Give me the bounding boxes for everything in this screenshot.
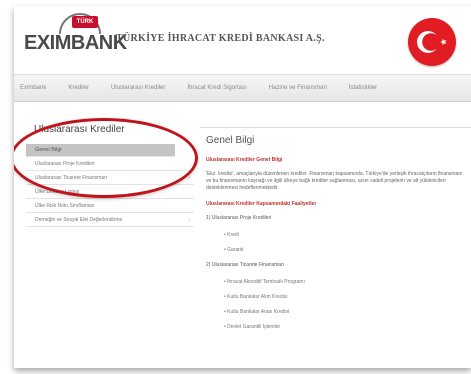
sidebar-item-label: Uluslararası Proje Kredileri: [35, 161, 95, 167]
sidebar-item-label: Derneğin ve Sosyal Etki Değerlendirme: [35, 217, 123, 223]
sidebar-item-label: Uluslararası Ticarete Finansman: [35, 175, 107, 181]
section-item: 2) Uluslararası Ticarete Finansman: [206, 262, 284, 268]
chevron-right-icon: ›: [188, 175, 190, 181]
list-item[interactable]: • Garanti: [224, 247, 471, 254]
nav-item-uluslararasi-krediler[interactable]: Uluslararası Krediler: [111, 85, 165, 91]
bank-name: TÜRKİYE İHRACAT KREDİ BANKASI A.Ş.: [116, 33, 325, 44]
nav-item-eximbank[interactable]: Eximbank: [20, 85, 46, 91]
nav-item-istatistikler[interactable]: İstatistikler: [349, 85, 377, 91]
sidebar-item-label: Ülke Limitleri Listesi: [35, 189, 80, 195]
section-heading: Uluslararası Krediler Kapsamındaki Faali…: [206, 201, 317, 207]
turkish-flag-icon: [408, 18, 456, 66]
list-item[interactable]: • İhracat Akreditif Teminatlı Programı: [224, 279, 471, 286]
sidebar: Uluslararası Krediler Genel Bilgi Ulusla…: [26, 124, 194, 228]
main-content: Genel Bilgi Uluslararası Krediler Genel …: [200, 127, 471, 368]
logo-tag: TÜRK: [72, 16, 98, 28]
browser-page: TÜRK EXIMBANK TÜRKİYE İHRACAT KREDİ BANK…: [14, 6, 471, 368]
list-item[interactable]: • Kredi: [224, 232, 471, 239]
nav-item-krediler[interactable]: Krediler: [68, 85, 89, 91]
sidebar-item-sosyal-etki[interactable]: Derneğin ve Sosyal Etki Değerlendirme ›: [26, 214, 194, 227]
section-item: 1) Uluslararası Proje Kredileri: [206, 215, 272, 221]
sidebar-item-ulke-limitleri[interactable]: Ülke Limitleri Listesi: [26, 186, 194, 199]
sidebar-item-ulke-risk-notu[interactable]: Ülke Risk Notu Sınıflaması: [26, 200, 194, 213]
sidebar-item-genel-bilgi[interactable]: Genel Bilgi: [26, 144, 175, 157]
list-item[interactable]: • Kutlu Bankalar Arası Kredisi: [224, 309, 471, 316]
logo-text: EXIMBANK: [24, 32, 127, 54]
site-header: TÜRK EXIMBANK TÜRKİYE İHRACAT KREDİ BANK…: [14, 6, 471, 68]
list-item[interactable]: • Kutlu Bankalar Alım Kredisi: [224, 294, 471, 301]
sidebar-title: Uluslararası Krediler: [34, 124, 125, 135]
chevron-right-icon: ›: [188, 217, 190, 223]
main-navigation: Eximbank Krediler Uluslararası Krediler …: [14, 74, 471, 102]
nav-item-ihracat-kredi-sigortasi[interactable]: İhracat Kredi Sigortası: [187, 85, 246, 91]
nav-item-hazine-finansman[interactable]: Hazine ve Finansman: [269, 85, 327, 91]
list-item[interactable]: • Devlet Garantili İşlemler: [224, 324, 471, 331]
sidebar-item-label: Ülke Risk Notu Sınıflaması: [35, 203, 95, 209]
page-title: Genel Bilgi: [206, 135, 255, 146]
sidebar-item-label: Genel Bilgi: [35, 147, 62, 153]
sidebar-item-proje-kredileri[interactable]: Uluslararası Proje Kredileri: [26, 158, 194, 171]
intro-paragraph: 'Ekz. kredisi', amaçlarıyla düzenlenen k…: [206, 171, 463, 191]
section-heading: Uluslararası Krediler Genel Bilgi: [206, 157, 283, 163]
sidebar-item-ticarete-finansman[interactable]: Uluslararası Ticarete Finansman ›: [26, 172, 194, 185]
